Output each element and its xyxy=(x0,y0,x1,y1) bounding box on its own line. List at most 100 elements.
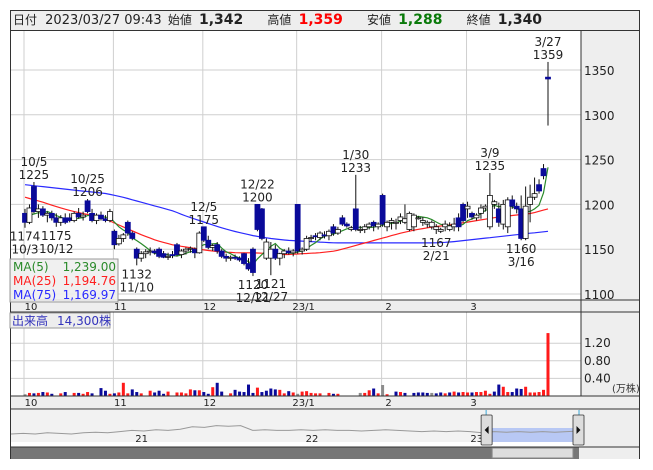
volume-bar xyxy=(452,391,456,396)
candle-up xyxy=(478,207,484,214)
volume-bar xyxy=(506,392,510,396)
candle-up xyxy=(415,217,422,220)
legend-ma5-value: 1,239.00 xyxy=(63,260,116,274)
volume-bar xyxy=(242,392,246,396)
month-label: 23/1 xyxy=(292,302,314,313)
volume-tick-label: 0.40 xyxy=(584,371,611,385)
navigator-selection xyxy=(486,428,579,442)
volume-bar xyxy=(448,392,452,396)
volume-bar xyxy=(398,392,402,396)
volume-bar xyxy=(461,392,465,396)
candle-up xyxy=(178,250,185,255)
volume-bar xyxy=(238,391,242,396)
volume-bar xyxy=(457,392,461,396)
navigator-side-panel xyxy=(579,409,639,459)
candle-up xyxy=(308,237,314,239)
volume-bar xyxy=(179,392,183,396)
candle-down xyxy=(250,248,256,273)
high-annotation-date: 12/5 xyxy=(190,200,217,214)
volume-bar xyxy=(515,388,519,396)
volume-bar xyxy=(202,392,206,396)
low-annotation-price: 1174 xyxy=(10,230,41,244)
volume-bar xyxy=(63,392,67,396)
volume-bar xyxy=(103,390,107,396)
high-annotation-date: 12/22 xyxy=(240,177,275,191)
volume-bar xyxy=(260,392,264,396)
volume-bar xyxy=(153,392,157,396)
candle-down xyxy=(343,223,350,227)
candle-up xyxy=(527,196,534,205)
volume-bar xyxy=(300,391,304,396)
legend-ma25-name: MA(25) xyxy=(13,274,56,288)
volume-bar xyxy=(148,390,152,396)
low-annotation-price: 1132 xyxy=(121,267,152,281)
volume-bar xyxy=(510,392,514,396)
volume-legend-name: 出来高 xyxy=(12,313,48,328)
candle-down xyxy=(540,168,547,177)
month-label: 2 xyxy=(385,302,391,313)
candle-up xyxy=(464,205,471,210)
low-annotation-price: 1167 xyxy=(421,236,452,250)
candle-up xyxy=(303,238,310,250)
volume-bar xyxy=(519,388,523,396)
candle-down xyxy=(48,212,55,219)
high-annotation-date: 1/30 xyxy=(342,148,369,162)
price-tick-label: 1150 xyxy=(584,243,615,257)
candle-up xyxy=(115,238,122,245)
legend-ma25-value: 1,194.76 xyxy=(63,274,116,288)
volume-bar xyxy=(528,392,532,396)
candle-up xyxy=(393,221,399,224)
low-annotation-date: 3/16 xyxy=(508,255,535,269)
navigator-year-label: 22 xyxy=(306,434,319,445)
candle-up xyxy=(491,201,498,205)
high-annotation-price: 1175 xyxy=(189,213,220,227)
candle-up xyxy=(361,226,368,230)
candle-up xyxy=(120,234,127,239)
low-annotation-date: 11/10 xyxy=(119,280,154,294)
high-annotation-price: 1235 xyxy=(475,159,506,173)
volume-bar xyxy=(372,388,376,396)
month-label: 3 xyxy=(470,302,476,313)
navigator-scrollbar-thumb[interactable] xyxy=(491,447,574,459)
volume-bar xyxy=(367,390,371,396)
stock-chart[interactable]: 10/51225117410/3117510/1210/251206113211… xyxy=(0,0,653,470)
volume-bar xyxy=(117,392,121,396)
volume-bar xyxy=(524,386,528,396)
range-navigator[interactable]: 21 22 23 xyxy=(10,410,639,459)
candle-up xyxy=(486,195,493,228)
high-annotation-price: 1359 xyxy=(533,48,564,62)
low-annotation-price: 1160 xyxy=(506,242,537,256)
high-annotation-price: 1233 xyxy=(341,161,372,175)
volume-tick-label: 1.20 xyxy=(584,336,611,350)
volume-tick-label: 0.80 xyxy=(584,354,611,368)
month-label: 11 xyxy=(114,302,127,313)
low-annotation-date: 10/12 xyxy=(39,242,74,256)
candle-up xyxy=(334,229,341,234)
candle-down xyxy=(124,221,131,234)
volume-bar xyxy=(121,382,125,396)
month-label: 3 xyxy=(470,398,476,409)
candle-up xyxy=(375,223,382,228)
volume-bar xyxy=(215,382,219,396)
volume-bar xyxy=(416,392,420,396)
volume-bar xyxy=(278,389,282,396)
volume-bar xyxy=(537,392,541,396)
volume-bar xyxy=(394,391,398,396)
volume-bar xyxy=(479,392,483,396)
volume-bar xyxy=(439,392,443,396)
candle-up xyxy=(165,255,171,258)
volume-bar xyxy=(291,392,295,396)
volume-bar xyxy=(497,384,501,396)
legend-ma75-value: 1,169.97 xyxy=(63,288,116,302)
price-tick-label: 1300 xyxy=(584,109,615,123)
volume-bar xyxy=(45,392,49,396)
candle-down xyxy=(200,226,207,241)
candle-up xyxy=(531,193,538,198)
month-label: 23/1 xyxy=(292,398,314,409)
volume-bar xyxy=(264,390,268,396)
volume-bar xyxy=(533,392,537,396)
volume-date-axis xyxy=(11,396,639,409)
high-annotation-date: 10/5 xyxy=(20,155,47,169)
volume-bar xyxy=(197,390,201,396)
volume-bar xyxy=(305,391,309,396)
